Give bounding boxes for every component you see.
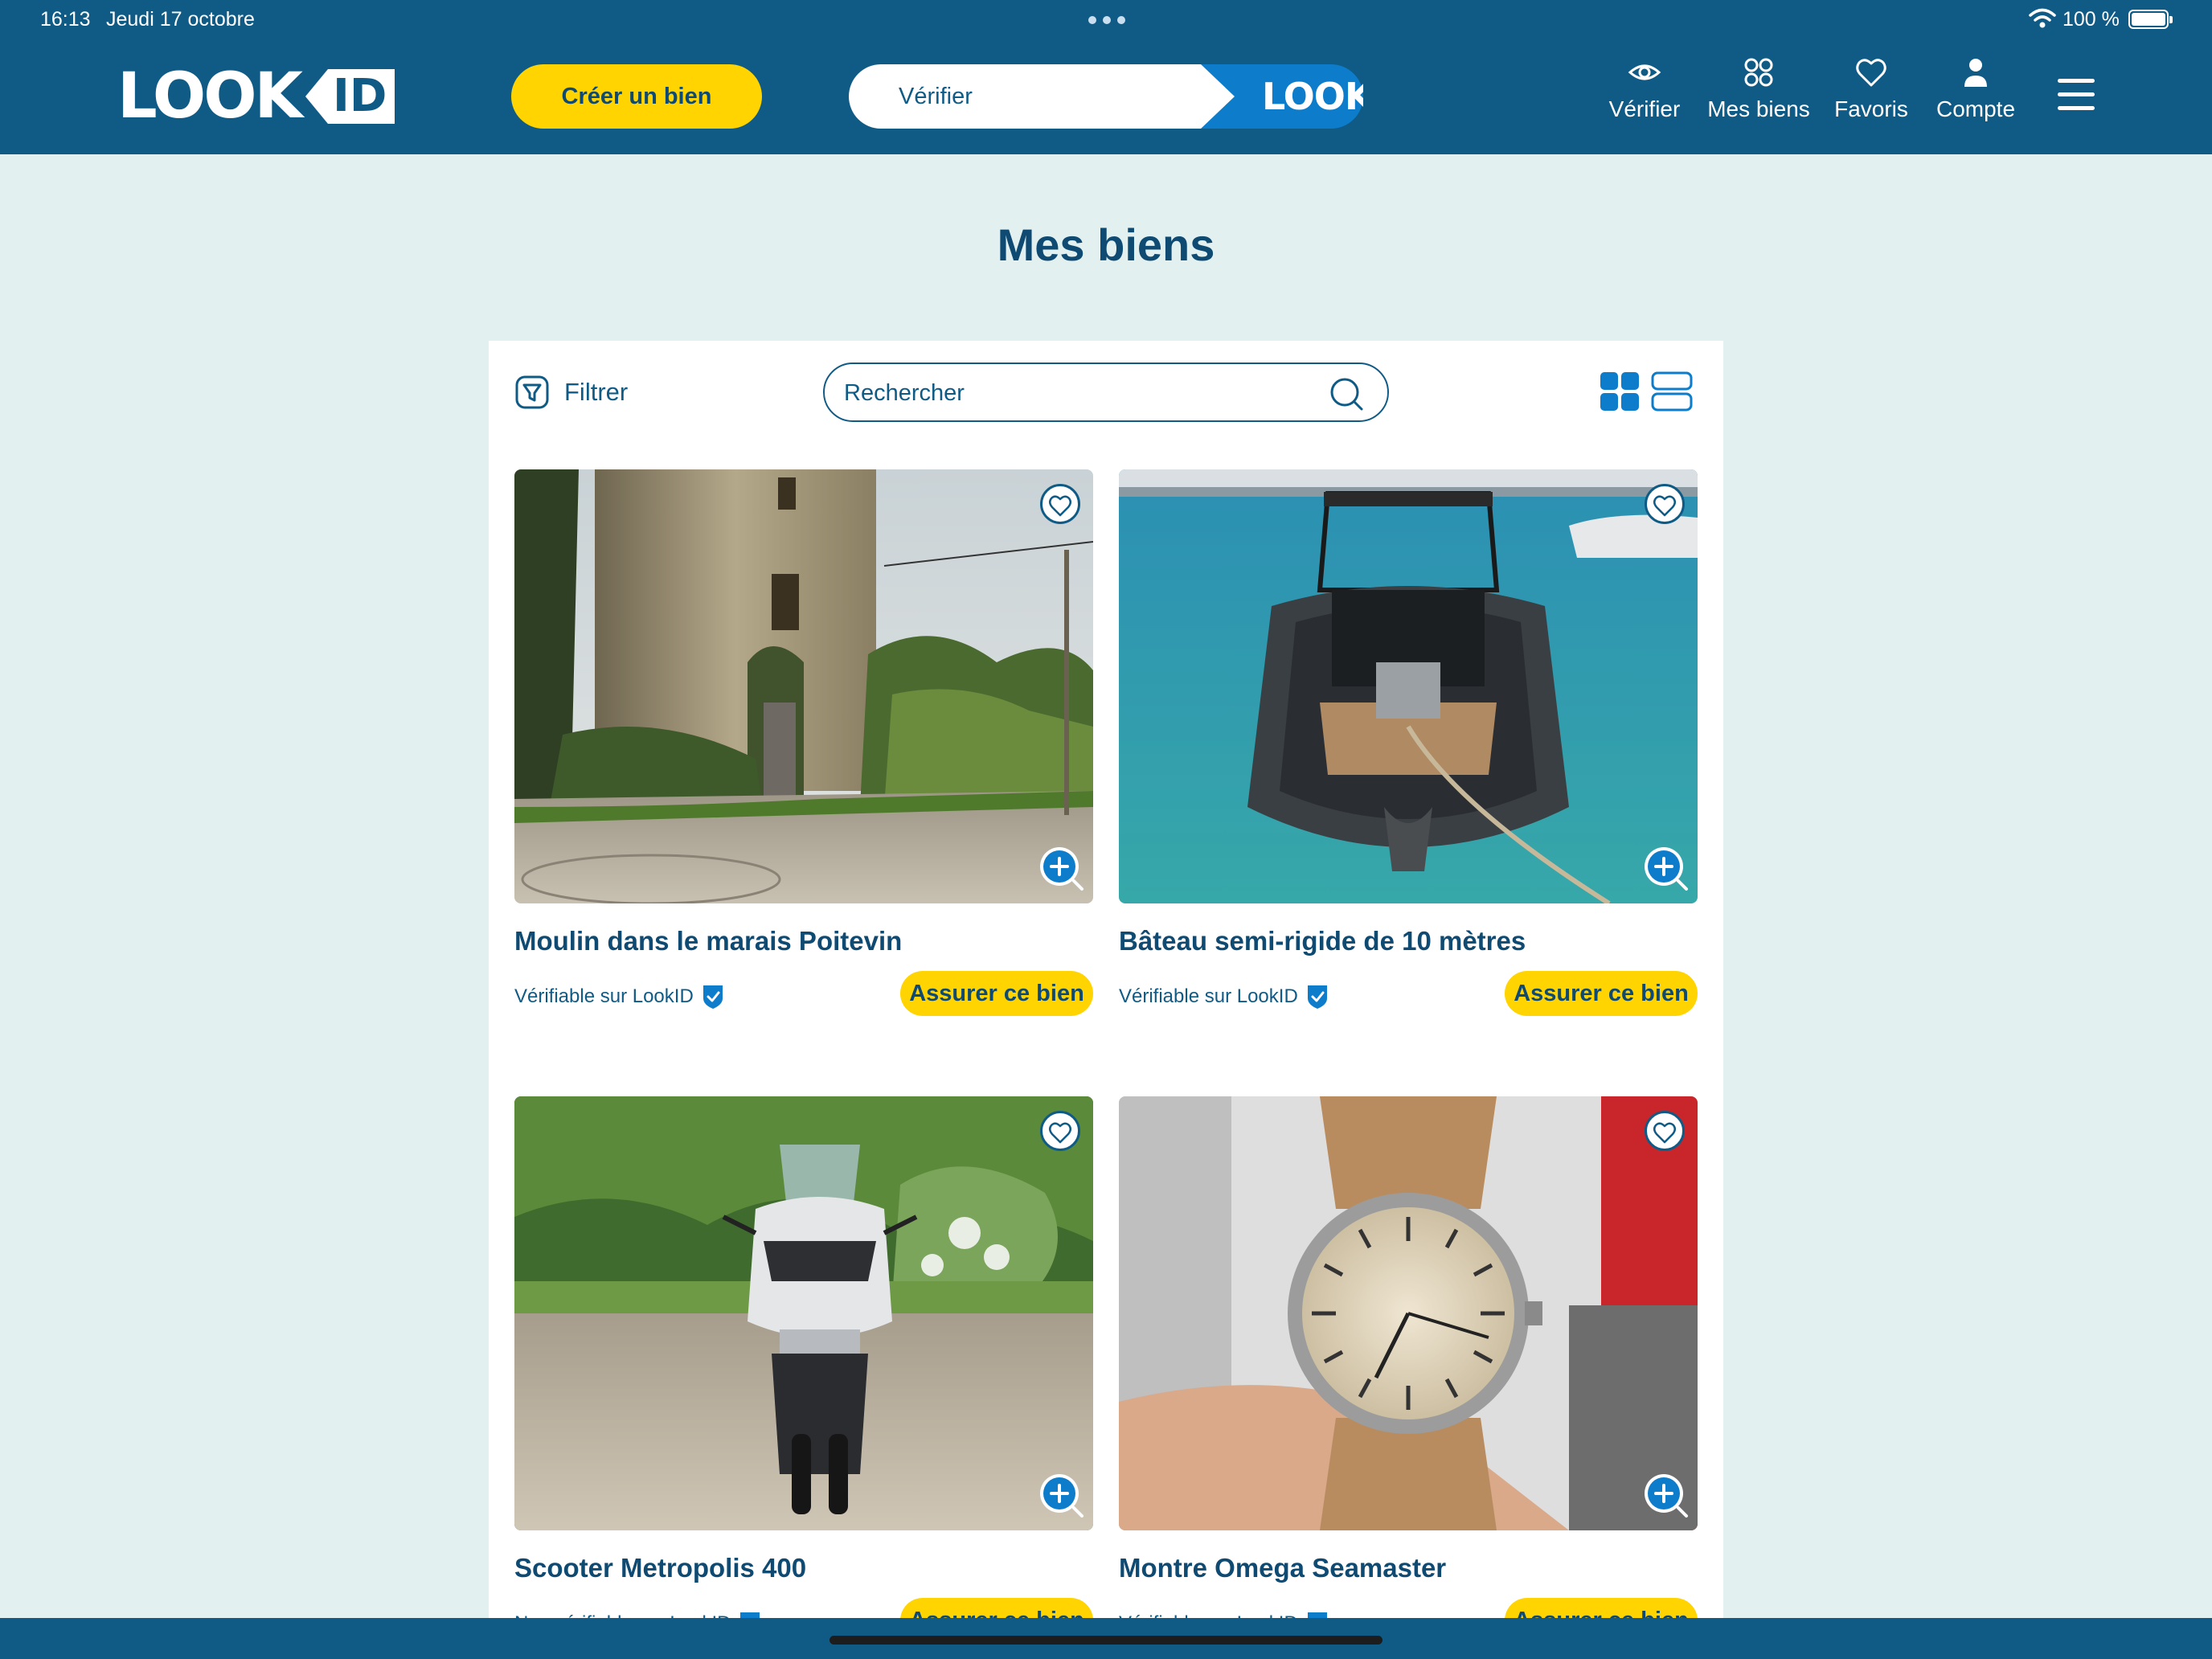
filter-label: Filtrer (564, 378, 629, 406)
heart-icon (1049, 495, 1071, 517)
create-item-button[interactable]: Créer un bien (511, 64, 762, 129)
verification-label: Vérifiable sur LookID (514, 985, 694, 1007)
nav-label: Favoris (1834, 96, 1908, 121)
zoom-plus-icon[interactable] (1038, 1473, 1085, 1519)
lookid-logo[interactable]: LOOK ID (117, 60, 395, 133)
item-photo[interactable] (514, 469, 1093, 903)
logo-badge: ID (305, 69, 395, 124)
item-photo[interactable] (1119, 469, 1698, 903)
verification-label: Vérifiable sur LookID (1119, 985, 1298, 1007)
favorite-button[interactable] (1645, 1111, 1685, 1151)
nav-verifier[interactable]: Vérifier (1600, 55, 1690, 138)
favorite-button[interactable] (1645, 484, 1685, 524)
zoom-plus-icon[interactable] (1643, 846, 1690, 892)
zoom-plus-icon[interactable] (1038, 846, 1085, 892)
filter-icon (515, 375, 549, 409)
search-input[interactable] (844, 375, 1310, 411)
zoom-plus-icon[interactable] (1643, 1473, 1690, 1519)
verified-shield-icon (1307, 985, 1327, 1009)
item-title[interactable]: Moulin dans le marais Poitevin (514, 926, 902, 956)
verification-status: Vérifiable sur LookID (1119, 984, 1329, 1010)
status-bar: 16:13 Jeudi 17 octobre 100 % (0, 0, 2212, 39)
insure-item-button[interactable]: Assurer ce bien (900, 971, 1093, 1016)
logo-text: LOOK (117, 60, 303, 133)
item-title[interactable]: Scooter Metropolis 400 (514, 1553, 806, 1583)
item-photo[interactable] (1119, 1096, 1698, 1530)
nav-label: Vérifier (1608, 96, 1681, 121)
list-view-icon[interactable] (1651, 371, 1693, 412)
heart-icon (1856, 59, 1886, 87)
page-title: Mes biens (997, 219, 1215, 270)
search-icon[interactable] (1328, 375, 1365, 412)
item-card[interactable]: Bâteau semi-rigide de 10 mètres Vérifiab… (1119, 469, 1698, 1048)
item-card[interactable]: Moulin dans le marais Poitevin Vérifiabl… (514, 469, 1093, 1048)
item-title[interactable]: Montre Omega Seamaster (1119, 1553, 1446, 1583)
battery-icon (2128, 10, 2173, 29)
multitasking-dots-icon[interactable] (1088, 16, 1125, 24)
item-title[interactable]: Bâteau semi-rigide de 10 mètres (1119, 926, 1526, 956)
battery-percent: 100 % (2062, 8, 2120, 31)
eye-icon (1628, 64, 1661, 80)
wifi-icon (2029, 8, 2056, 28)
status-date: Jeudi 17 octobre (106, 8, 255, 31)
nav-label: Mes biens (1707, 96, 1810, 121)
insure-item-button[interactable]: Assurer ce bien (1505, 971, 1698, 1016)
search-box (823, 363, 1389, 422)
nav-label: Compte (1936, 96, 2016, 121)
verification-status: Vérifiable sur LookID (514, 984, 724, 1010)
verify-input[interactable]: Vérifier (849, 64, 1235, 129)
heart-icon (1653, 1122, 1676, 1144)
status-time: 16:13 (40, 8, 91, 31)
verify-search: Vérifier LOOK (849, 64, 1363, 129)
heart-icon (1653, 495, 1676, 517)
heart-icon (1049, 1122, 1071, 1144)
item-photo[interactable] (514, 1096, 1093, 1530)
item-card[interactable]: Scooter Metropolis 400 Non vérifiable su… (514, 1096, 1093, 1659)
filter-button[interactable]: Filtrer (514, 375, 628, 410)
nav-mes-biens[interactable]: Mes biens (1702, 55, 1815, 138)
grid-icon (1744, 58, 1773, 87)
hamburger-menu-icon[interactable] (2058, 79, 2096, 111)
nav-compte[interactable]: Compte (1931, 55, 2021, 138)
user-icon (1964, 59, 1987, 87)
home-indicator[interactable] (830, 1636, 1382, 1645)
favorite-button[interactable] (1040, 484, 1080, 524)
grid-view-icon[interactable] (1600, 371, 1640, 412)
nav-favoris[interactable]: Favoris (1831, 55, 1911, 138)
item-card[interactable]: Montre Omega Seamaster Vérifiable sur Lo… (1119, 1096, 1698, 1659)
verified-shield-icon (703, 985, 723, 1009)
favorite-button[interactable] (1040, 1111, 1080, 1151)
